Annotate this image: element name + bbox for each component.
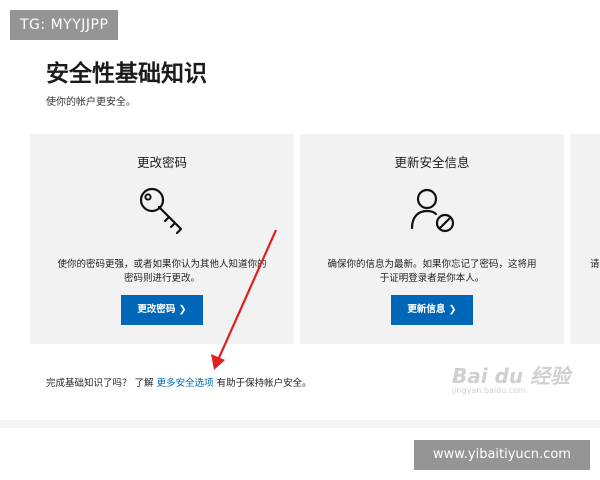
card-desc-partial: 请 (590, 259, 600, 270)
user-block-icon (406, 184, 458, 240)
partial-card: 请 (570, 134, 600, 344)
card-desc-change-password: 使你的密码更强，或者如果你认为其他人知道你的 密码则进行更改。 (57, 259, 267, 284)
footer-prefix: 完成基础知识了吗？ 了解 (46, 378, 154, 389)
card-title-update-security-info: 更新安全信息 (394, 155, 470, 170)
page-subtitle: 使你的帐户更安全。 (46, 97, 136, 108)
page-title: 安全性基础知识 (46, 61, 207, 87)
more-security-options-link[interactable]: 更多安全选项 (157, 378, 214, 389)
update-security-info-card: 更新安全信息 确保你的信息为最新。如果你忘记了密码，这将用 于证明登录者是你本人… (300, 134, 564, 344)
key-icon (136, 184, 188, 240)
baidu-watermark: Bai du 经验 jingyan.baidu.com (452, 360, 570, 395)
change-password-button[interactable]: 更改密码 ❯ (121, 295, 203, 325)
footer-text: 完成基础知识了吗？ 了解 更多安全选项 有助于保持帐户安全。 (46, 375, 312, 389)
update-info-button[interactable]: 更新信息 ❯ (391, 295, 473, 325)
tg-overlay-label: TG: MYYJJPP (10, 10, 119, 40)
footer-suffix: 有助于保持帐户安全。 (216, 378, 312, 389)
card-desc-update-security-info: 确保你的信息为最新。如果你忘记了密码，这将用 于证明登录者是你本人。 (327, 259, 537, 284)
watermark-logo: Bai du 经验 (452, 364, 571, 388)
site-url-overlay: www.yibaitiyucn.com (414, 440, 590, 470)
change-password-card: 更改密码 使你的密码更强，或者如果你认为其他人知道你的 密码则进行更改。 更改密… (30, 134, 294, 344)
card-title-change-password: 更改密码 (136, 155, 187, 170)
